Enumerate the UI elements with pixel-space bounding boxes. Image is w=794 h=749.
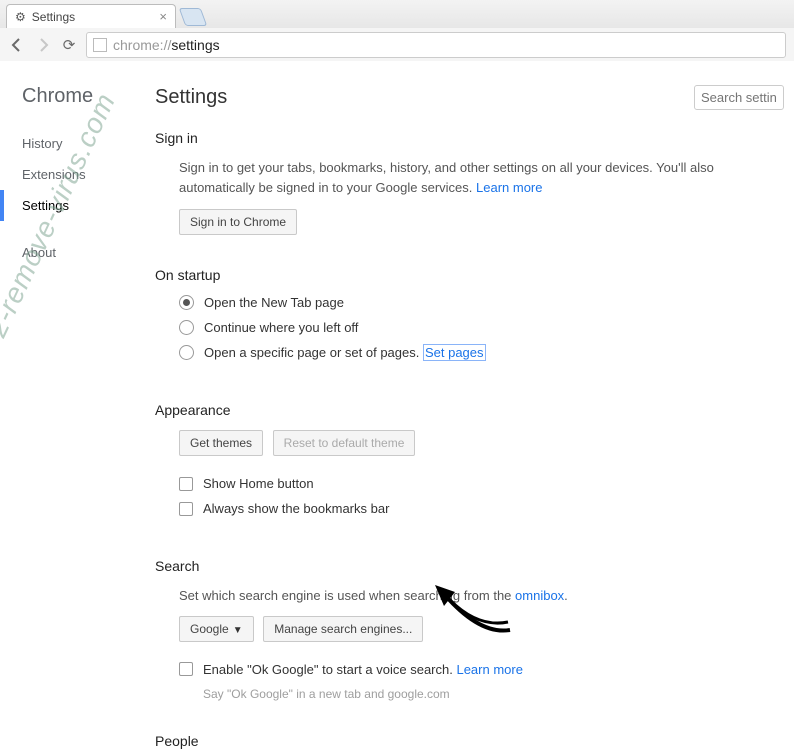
sidebar: Chrome History Extensions Settings About — [0, 61, 155, 686]
forward-button[interactable] — [34, 36, 52, 54]
signin-button[interactable]: Sign in to Chrome — [179, 209, 297, 235]
browser-chrome: ⚙ Settings × ⟳ chrome://settings — [0, 0, 794, 61]
sidebar-item-settings[interactable]: Settings — [0, 190, 155, 221]
tab-title: Settings — [32, 10, 75, 24]
search-engine-label: Google — [190, 622, 229, 636]
radio-continue-label: Continue where you left off — [204, 320, 358, 335]
checkbox-home-label: Show Home button — [203, 476, 314, 491]
radio-new-tab[interactable] — [179, 295, 194, 310]
tab-strip: ⚙ Settings × — [0, 0, 794, 28]
sidebar-item-about[interactable]: About — [0, 237, 155, 268]
section-search-title: Search — [155, 558, 784, 574]
gear-icon: ⚙ — [15, 10, 26, 24]
reset-theme-button[interactable]: Reset to default theme — [273, 430, 416, 456]
search-desc-b: . — [564, 588, 568, 603]
settings-content: Settings Sign in Sign in to get your tab… — [155, 61, 794, 686]
checkbox-bookmarks-bar[interactable] — [179, 502, 193, 516]
back-button[interactable] — [8, 36, 26, 54]
radio-new-tab-label: Open the New Tab page — [204, 295, 344, 310]
ok-google-learn-more-link[interactable]: Learn more — [456, 662, 522, 677]
section-appearance-title: Appearance — [155, 402, 784, 418]
page-title: Settings — [155, 86, 227, 109]
close-icon[interactable]: × — [159, 9, 167, 24]
ok-google-text: Enable "Ok Google" to start a voice sear… — [203, 662, 456, 677]
new-tab-button[interactable] — [179, 8, 208, 26]
section-startup-title: On startup — [155, 267, 784, 283]
toolbar: ⟳ chrome://settings — [0, 28, 794, 61]
manage-search-engines-button[interactable]: Manage search engines... — [263, 616, 423, 642]
radio-specific-text: Open a specific page or set of pages. — [204, 345, 423, 360]
brand-title: Chrome — [0, 85, 155, 108]
radio-continue[interactable] — [179, 320, 194, 335]
signin-learn-more-link[interactable]: Learn more — [476, 180, 542, 195]
ok-google-hint: Say "Ok Google" in a new tab and google.… — [203, 687, 784, 701]
section-people-title: People — [155, 733, 784, 749]
reload-button[interactable]: ⟳ — [60, 36, 78, 54]
signin-description: Sign in to get your tabs, bookmarks, his… — [179, 158, 784, 197]
search-engine-dropdown[interactable]: Google ▼ — [179, 616, 254, 642]
checkbox-ok-google[interactable] — [179, 662, 193, 676]
chevron-down-icon: ▼ — [233, 625, 243, 636]
checkbox-bookmarks-label: Always show the bookmarks bar — [203, 501, 389, 516]
search-description: Set which search engine is used when sea… — [179, 586, 784, 606]
omnibox-link[interactable]: omnibox — [515, 588, 564, 603]
sidebar-item-history[interactable]: History — [0, 128, 155, 159]
signin-desc-text: Sign in to get your tabs, bookmarks, his… — [179, 160, 714, 195]
search-desc-a: Set which search engine is used when sea… — [179, 588, 515, 603]
checkbox-ok-google-label: Enable "Ok Google" to start a voice sear… — [203, 662, 523, 677]
radio-specific-pages-label: Open a specific page or set of pages. Se… — [204, 345, 486, 360]
checkbox-home-button[interactable] — [179, 477, 193, 491]
sidebar-item-extensions[interactable]: Extensions — [0, 159, 155, 190]
section-signin-title: Sign in — [155, 130, 784, 146]
url-scheme: chrome:// — [113, 37, 171, 53]
url-path: settings — [171, 37, 219, 53]
set-pages-link[interactable]: Set pages — [423, 344, 486, 361]
get-themes-button[interactable]: Get themes — [179, 430, 263, 456]
search-settings-input[interactable] — [694, 85, 784, 110]
page-icon — [93, 38, 107, 52]
radio-specific-pages[interactable] — [179, 345, 194, 360]
tab-settings[interactable]: ⚙ Settings × — [6, 4, 176, 28]
address-bar[interactable]: chrome://settings — [86, 32, 786, 58]
